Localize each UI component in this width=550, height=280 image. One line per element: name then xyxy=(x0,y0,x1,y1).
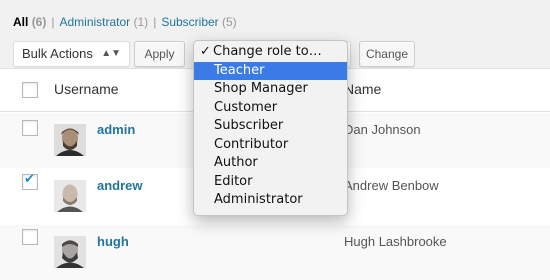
filter-all-count: (6) xyxy=(31,15,47,29)
full-name: Andrew Benbow xyxy=(344,178,439,193)
select-arrows-icon: ▲▼ xyxy=(101,48,121,59)
filter-subscriber[interactable]: Subscriber (5) xyxy=(161,15,236,29)
menu-item-customer[interactable]: Customer xyxy=(194,99,347,118)
filter-administrator[interactable]: Administrator (1) xyxy=(59,15,148,29)
user-photo-icon xyxy=(54,180,86,212)
filter-administrator-count: (1) xyxy=(133,15,149,29)
menu-item-teacher[interactable]: Teacher xyxy=(194,61,347,80)
filter-separator: | xyxy=(153,15,157,29)
checkmark-icon: ✓ xyxy=(200,44,211,59)
avatar xyxy=(54,180,86,212)
filter-administrator-label: Administrator xyxy=(59,15,131,29)
table-row: hugh Hugh Lashbrooke xyxy=(0,225,550,280)
username-link[interactable]: admin xyxy=(97,122,135,137)
menu-item-editor[interactable]: Editor xyxy=(194,173,347,192)
filter-separator: | xyxy=(51,15,55,29)
full-name: Hugh Lashbrooke xyxy=(344,234,447,249)
view-filters: All (6) | Administrator (1) | Subscriber (5) xyxy=(13,15,237,29)
avatar xyxy=(54,124,86,156)
row-checkbox[interactable] xyxy=(22,229,38,245)
menu-item-subscriber[interactable]: Subscriber xyxy=(194,117,347,136)
menu-item-contributor[interactable]: Contributor xyxy=(194,136,347,155)
menu-item-label: Change role to… xyxy=(213,44,322,59)
full-name: Dan Johnson xyxy=(344,122,421,137)
select-all-checkbox[interactable] xyxy=(22,82,38,98)
menu-item-author[interactable]: Author xyxy=(194,154,347,173)
menu-item-shop-manager[interactable]: Shop Manager xyxy=(194,80,347,99)
username-link[interactable]: andrew xyxy=(97,178,143,193)
change-button[interactable]: Change xyxy=(359,41,415,67)
filter-all-label: All xyxy=(13,15,29,29)
filter-all[interactable]: All (6) xyxy=(13,15,46,29)
user-photo-icon xyxy=(54,236,86,268)
column-header-username[interactable]: Username xyxy=(54,81,119,97)
menu-item-administrator[interactable]: Administrator xyxy=(194,191,347,210)
user-photo-icon xyxy=(54,124,86,156)
avatar xyxy=(54,236,86,268)
row-checkbox[interactable] xyxy=(22,172,38,190)
bulk-actions-select[interactable]: Bulk Actions ▲▼ xyxy=(13,41,130,67)
filter-subscriber-label: Subscriber xyxy=(161,15,219,29)
filter-subscriber-count: (5) xyxy=(222,15,237,29)
apply-button[interactable]: Apply xyxy=(134,41,185,67)
menu-item-change-role-to[interactable]: ✓ Change role to… xyxy=(194,43,347,62)
row-checkbox[interactable] xyxy=(22,120,38,136)
change-role-dropdown-menu: ✓ Change role to… Teacher Shop Manager Cu… xyxy=(193,40,348,216)
bulk-actions-value: Bulk Actions xyxy=(22,46,93,61)
column-header-name[interactable]: Name xyxy=(344,81,381,97)
username-link[interactable]: hugh xyxy=(97,234,129,249)
